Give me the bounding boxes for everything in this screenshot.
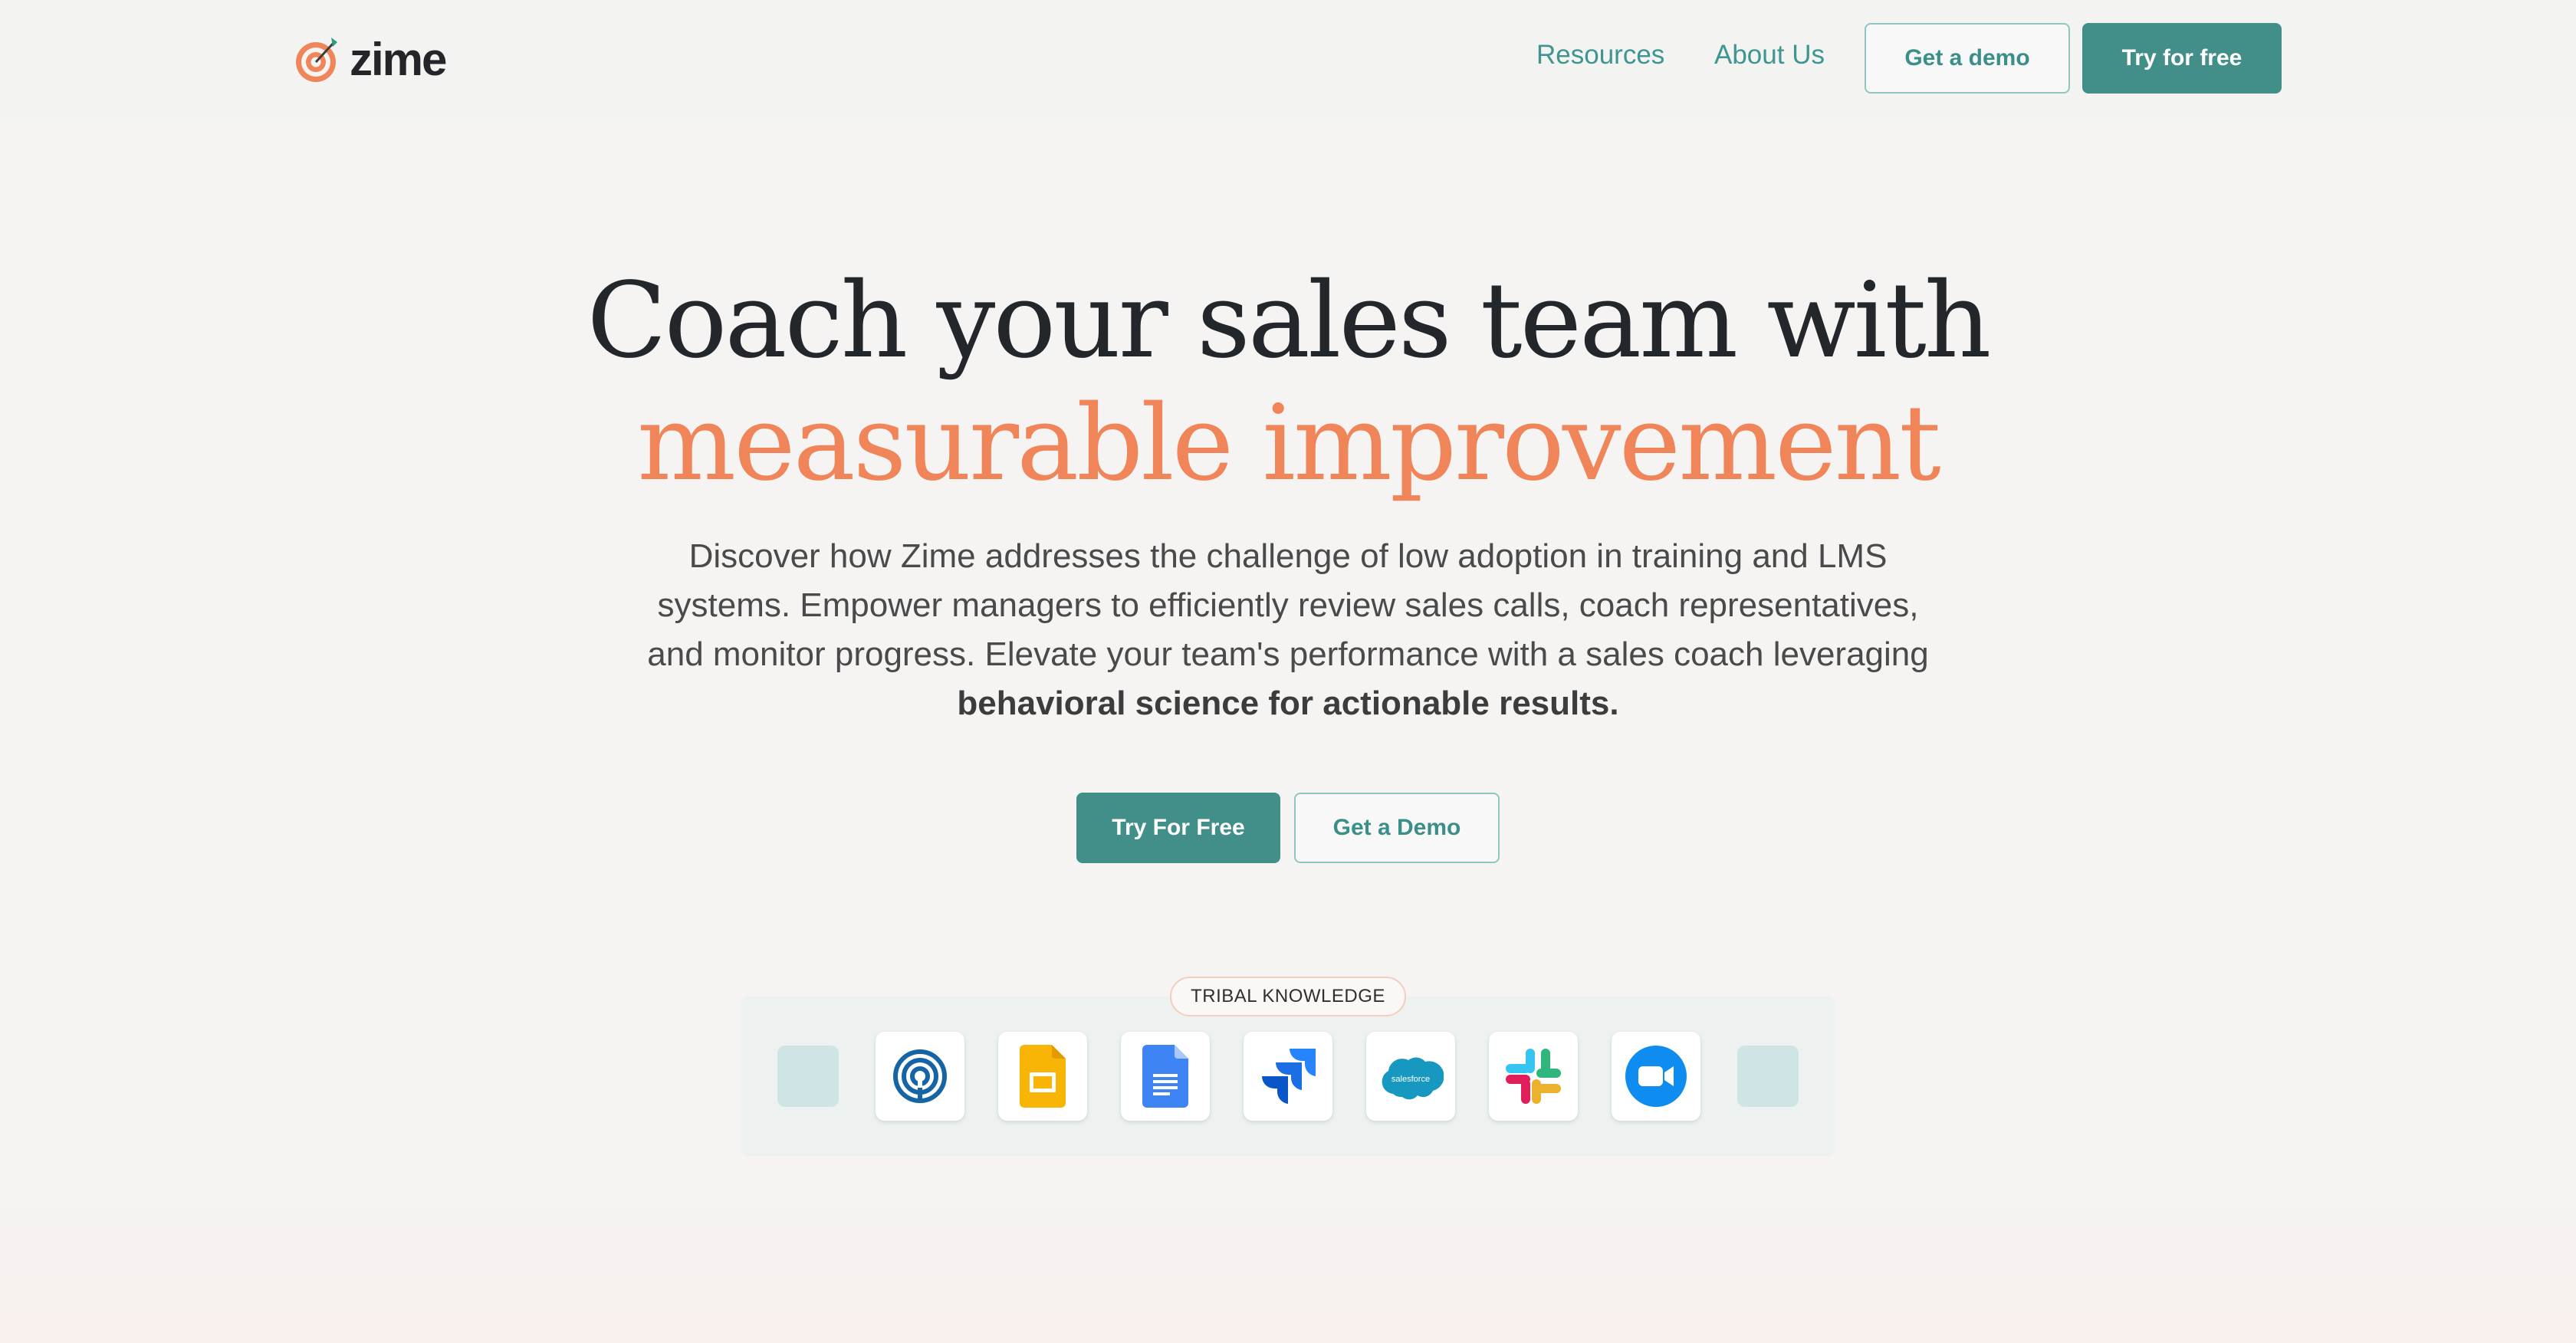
salesforce-wordmark: salesforce xyxy=(1392,1075,1430,1084)
jira-icon xyxy=(1262,1049,1316,1104)
header-try-free-button[interactable]: Try for free xyxy=(2082,23,2282,94)
zoom-tile xyxy=(1612,1032,1700,1121)
salesforce-icon: salesforce xyxy=(1382,1057,1444,1100)
brand-logo[interactable]: zime xyxy=(293,33,447,85)
slack-icon xyxy=(1506,1049,1561,1104)
nav-about-us[interactable]: About Us xyxy=(1714,40,1825,71)
spiral-app-tile xyxy=(876,1032,964,1121)
hero-description: Discover how Zime addresses the challeng… xyxy=(629,532,1947,728)
spiral-app-icon xyxy=(893,1049,947,1103)
zoom-icon xyxy=(1625,1046,1687,1107)
slack-tile xyxy=(1489,1032,1578,1121)
site-header: zime Resources About Us Get a demo Try f… xyxy=(0,0,2576,117)
nav-resources[interactable]: Resources xyxy=(1536,40,1664,71)
target-logo-icon xyxy=(296,38,337,82)
jira-tile xyxy=(1244,1032,1332,1121)
hero-try-free-button[interactable]: Try For Free xyxy=(1076,793,1280,863)
brand-name: zime xyxy=(350,33,447,85)
google-slides-icon xyxy=(1020,1045,1066,1108)
faded-integration-tile-right xyxy=(1737,1046,1799,1107)
salesforce-tile: salesforce xyxy=(1366,1032,1455,1121)
hero-description-text: Discover how Zime addresses the challeng… xyxy=(647,537,1929,673)
google-docs-tile xyxy=(1121,1032,1210,1121)
hero-get-demo-button[interactable]: Get a Demo xyxy=(1294,793,1500,863)
tribal-knowledge-badge: TRIBAL KNOWLEDGE xyxy=(1170,977,1406,1016)
google-docs-icon xyxy=(1142,1045,1188,1108)
hero-heading-line1: Coach your sales team with xyxy=(586,261,1992,382)
hero-heading-line2: measurable improvement xyxy=(637,383,1941,504)
google-slides-tile xyxy=(998,1032,1087,1121)
faded-integration-tile-left xyxy=(777,1046,839,1107)
header-get-demo-button[interactable]: Get a demo xyxy=(1865,23,2070,94)
hero-description-bold: behavioral science for actionable result… xyxy=(957,685,1619,722)
